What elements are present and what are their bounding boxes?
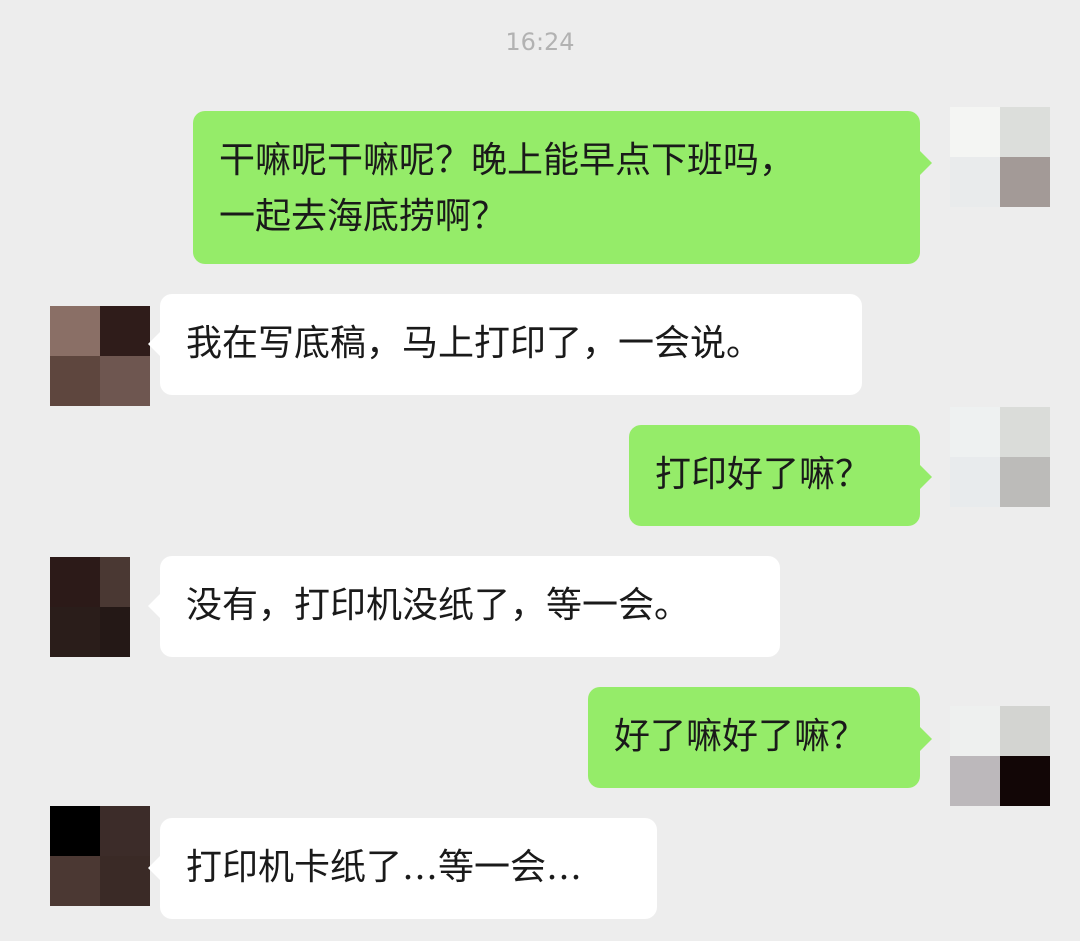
contact-avatar[interactable] [50, 306, 150, 406]
my-avatar[interactable] [950, 407, 1050, 507]
message-bubble-received[interactable]: 我在写底稿，马上打印了，一会说。 [148, 294, 862, 395]
message-text: 没有，打印机没纸了，等一会。 [186, 585, 691, 626]
chat-window: 16:24 干嘛呢干嘛呢？晚上能早点下班吗， 一起去海底捞啊？ 我在写底稿，马上… [0, 0, 1080, 941]
contact-avatar[interactable] [50, 806, 150, 906]
message-bubble-sent[interactable]: 好了嘛好了嘛？ [588, 687, 932, 788]
message-timestamp: 16:24 [505, 28, 575, 56]
message-text: 打印好了嘛？ [655, 454, 872, 495]
message-text: 干嘛呢干嘛呢？晚上能早点下班吗， [219, 140, 796, 181]
message-text: 好了嘛好了嘛？ [614, 716, 867, 757]
message-text: 我在写底稿，马上打印了，一会说。 [186, 323, 763, 364]
my-avatar[interactable] [950, 107, 1050, 207]
my-avatar[interactable] [950, 706, 1050, 806]
message-bubble-sent[interactable]: 打印好了嘛？ [629, 425, 932, 526]
message-bubble-received[interactable]: 没有，打印机没纸了，等一会。 [148, 556, 780, 657]
message-text: 打印机卡纸了…等一会… [186, 847, 583, 888]
message-bubble-sent[interactable]: 干嘛呢干嘛呢？晚上能早点下班吗， 一起去海底捞啊？ [193, 111, 932, 264]
contact-avatar[interactable] [50, 557, 130, 657]
message-text: 一起去海底捞啊？ [219, 196, 508, 237]
message-bubble-received[interactable]: 打印机卡纸了…等一会… [148, 818, 657, 919]
